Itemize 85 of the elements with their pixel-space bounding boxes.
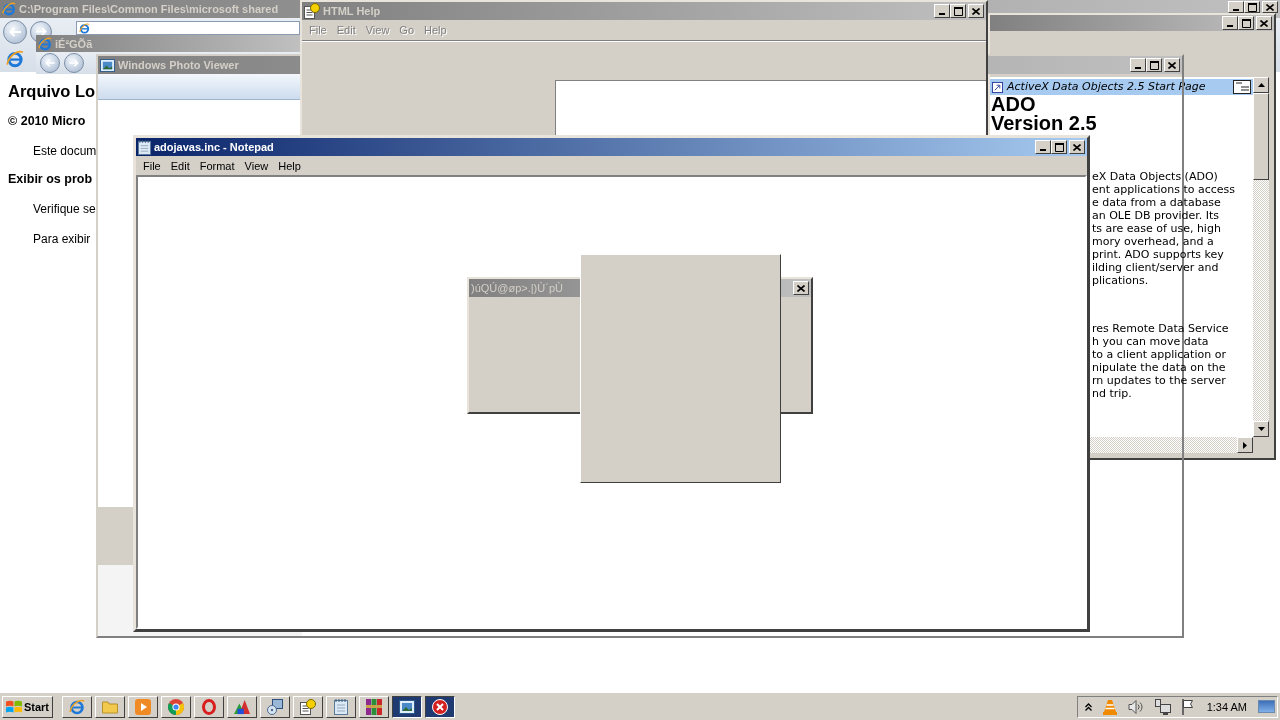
speaker-icon[interactable]	[1127, 699, 1144, 714]
close-button[interactable]	[1069, 140, 1085, 154]
folder-icon	[102, 698, 118, 715]
minimize-icon	[1227, 24, 1233, 27]
browser-icon	[38, 36, 52, 51]
taskbar-button[interactable]	[392, 695, 422, 718]
maximize-icon	[1241, 18, 1251, 28]
arrow-down-icon	[1257, 427, 1265, 431]
play-icon	[135, 698, 151, 715]
installer-icon	[267, 698, 283, 715]
subheading: Exibir os prob	[8, 171, 93, 187]
close-icon	[1168, 61, 1176, 69]
browser-icon	[2, 2, 16, 16]
maximize-icon	[1149, 60, 1159, 70]
window-title: adojavas.inc - Notepad	[154, 140, 274, 154]
window-title: )úQÚ@øp>.|)Ù´pÙ	[471, 281, 563, 295]
taskbar-button[interactable]	[425, 695, 455, 718]
browser-icon[interactable]	[6, 49, 24, 68]
window-title: HTML Help	[323, 4, 381, 18]
clock: 1:34 AM	[1206, 699, 1247, 714]
notepad-icon	[138, 139, 151, 155]
shapes-icon	[234, 698, 250, 715]
picture-icon	[100, 58, 115, 72]
maximize-icon	[1054, 142, 1064, 152]
paragraph-text: Este docum	[33, 143, 97, 159]
window-title: C:\Program Files\Common Files\microsoft shared	[19, 2, 279, 16]
minimize-icon	[1040, 148, 1046, 151]
back-arrow-icon	[45, 59, 55, 67]
minimize-icon	[939, 12, 945, 15]
flag-logo-icon	[6, 699, 22, 714]
forward-arrow-icon	[35, 27, 47, 36]
scroll-up-button[interactable]	[1253, 77, 1269, 93]
menu-item[interactable]: File	[138, 158, 166, 173]
maximize-icon	[953, 6, 963, 16]
close-icon	[797, 284, 805, 292]
back-button[interactable]	[3, 19, 27, 44]
error-icon	[432, 698, 448, 715]
paragraph-text: eX Data Objects (ADO) ent applications to access e data from a database an OLE DB provider. Its ts are ease of use, high mory overhead, and a print. ADO supports key ilding client/server and plications.	[1092, 170, 1236, 287]
window-title: iÉ²GÕã	[55, 36, 93, 51]
document-heading: Version 2.5	[990, 114, 1097, 133]
chevron-up-icon[interactable]	[1084, 702, 1092, 711]
close-icon	[972, 7, 980, 15]
address-field[interactable]	[76, 21, 300, 35]
help-icon	[304, 3, 320, 19]
minimize-button[interactable]	[1035, 140, 1051, 154]
window-title: Windows Photo Viewer	[118, 58, 239, 72]
back-arrow-icon	[9, 26, 21, 37]
start-button[interactable]: Start	[2, 695, 53, 718]
flag-icon[interactable]	[1181, 698, 1196, 715]
forward-arrow-icon	[69, 59, 79, 67]
document-icon[interactable]	[1233, 80, 1251, 94]
back-button[interactable]	[40, 53, 60, 73]
browser-icon	[79, 22, 90, 34]
browser-icon	[69, 698, 85, 715]
maximize-icon	[1247, 2, 1257, 12]
page-title: Arquivo Lo	[8, 81, 96, 101]
minimize-icon	[1135, 66, 1141, 69]
arrow-up-icon	[1257, 83, 1265, 87]
help-icon	[300, 698, 316, 715]
menu-item[interactable]: Format	[194, 158, 240, 173]
arrow-right-icon	[1243, 441, 1247, 449]
books-icon	[366, 698, 382, 715]
scroll-down-button[interactable]	[1253, 421, 1269, 437]
maximize-button[interactable]	[1051, 140, 1067, 154]
menu-item[interactable]: View	[239, 158, 274, 173]
picture-icon	[399, 698, 415, 715]
paragraph-text: Verifique se	[33, 201, 96, 217]
document-heading: ADO	[990, 95, 1036, 114]
close-icon	[1266, 3, 1274, 11]
scroll-thumb[interactable]	[1253, 93, 1269, 180]
oval-icon	[201, 698, 217, 715]
close-icon	[1073, 143, 1081, 151]
paragraph-text: Para exibir	[33, 231, 91, 247]
notepad-icon	[333, 698, 349, 715]
subheading: © 2010 Micro	[8, 113, 86, 129]
minimize-icon	[1233, 8, 1239, 11]
forward-button[interactable]	[64, 53, 84, 73]
menu-item[interactable]: Help	[273, 158, 306, 173]
close-icon	[1260, 19, 1268, 27]
scroll-right-button[interactable]	[1237, 437, 1253, 453]
shortcut-icon	[992, 81, 1003, 93]
network-icon[interactable]	[1154, 698, 1171, 715]
menu-item[interactable]: Edit	[165, 158, 195, 173]
ring-icon	[168, 698, 184, 715]
paragraph-text: res Remote Data Service h you can move data to a client application or nipulate the data on the rn updates to the server nd trip.	[1092, 322, 1229, 400]
